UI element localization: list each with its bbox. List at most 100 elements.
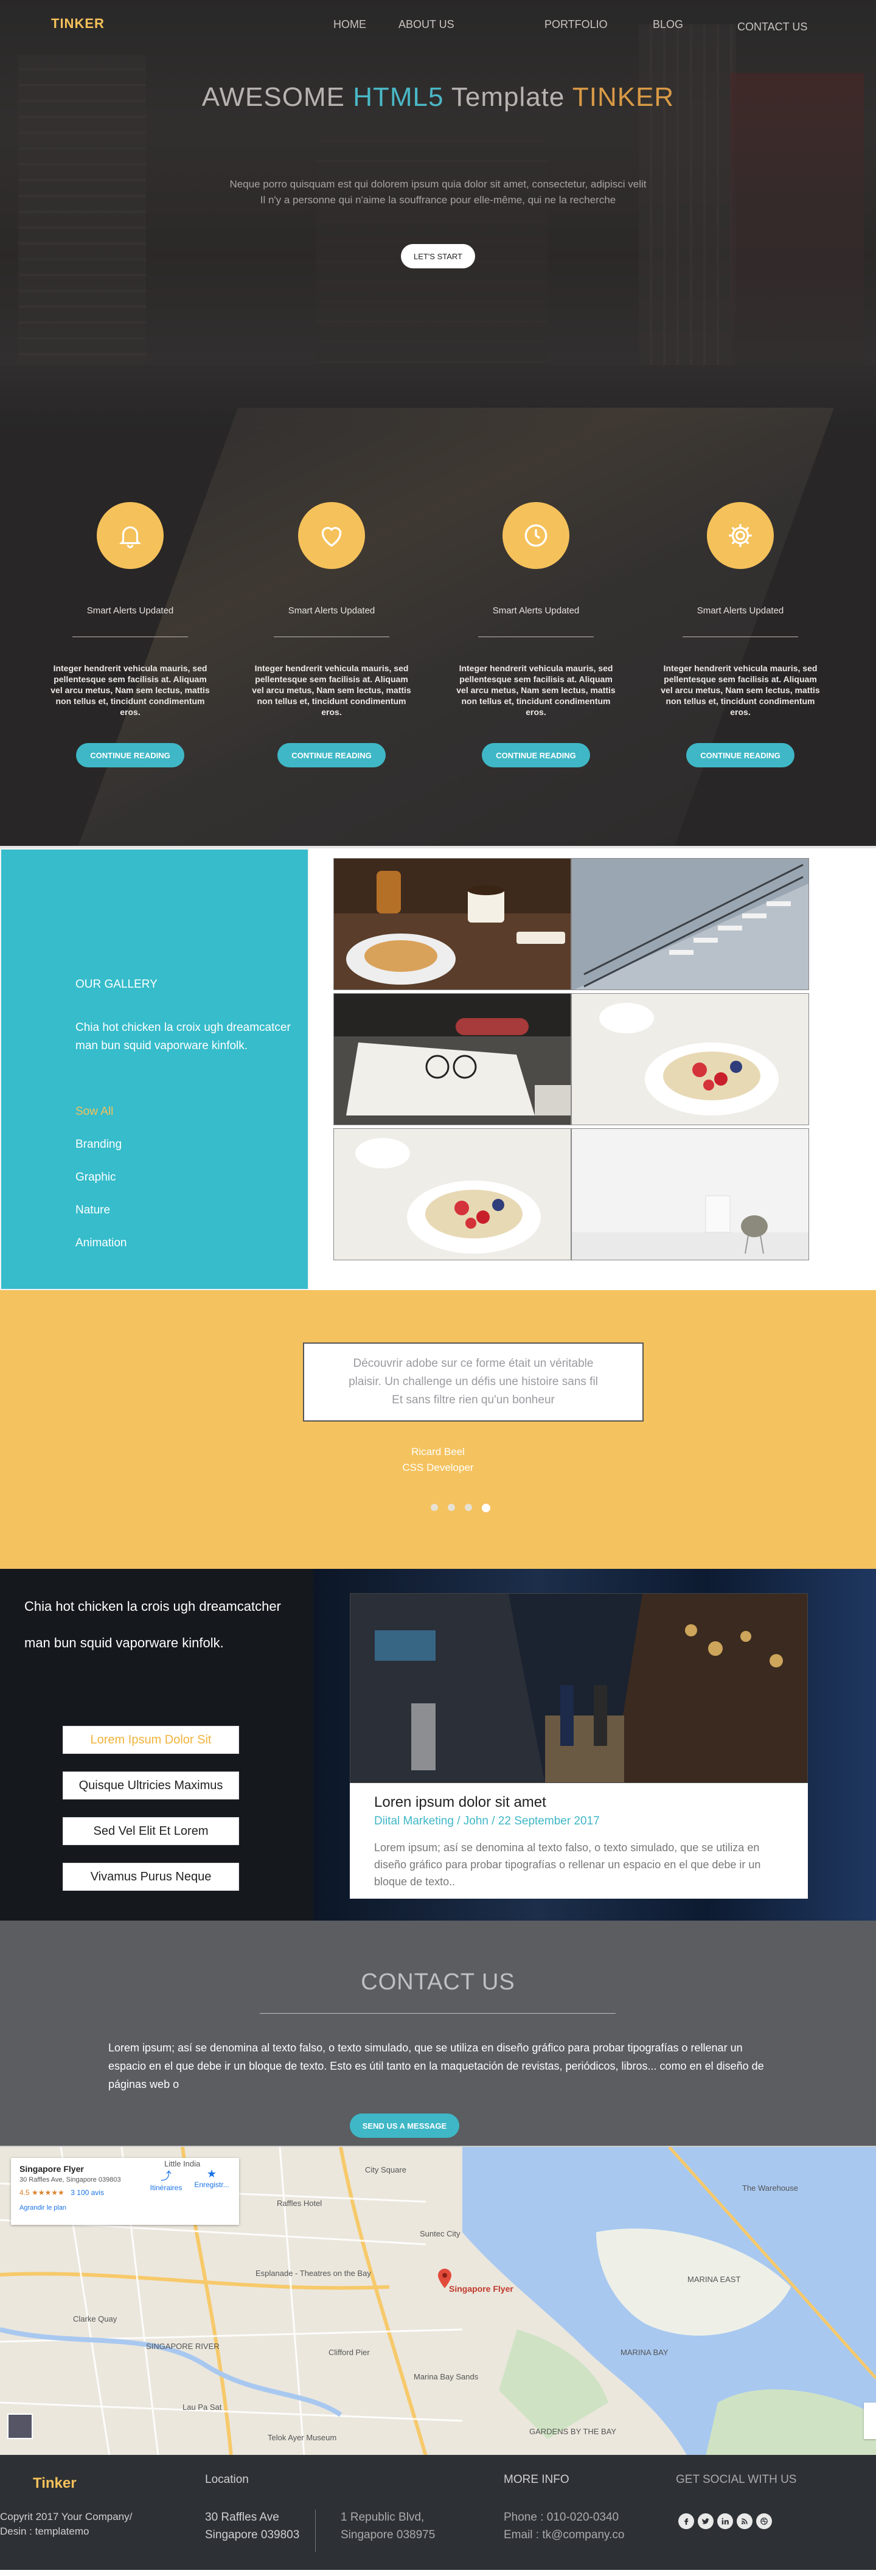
map-zoom-control[interactable] — [864, 2403, 876, 2439]
blog-post-title[interactable]: Loren ipsum dolor sit amet — [374, 1794, 784, 1811]
gallery-image-fruit-bowl[interactable] — [333, 1128, 571, 1260]
gallery-section: OUR GALLERY Chia hot chicken la croix ug… — [0, 846, 876, 1290]
map-place-reviews[interactable]: 3 100 avis — [71, 2188, 104, 2197]
feature-card: Smart Alerts Updated Integer hendrerit v… — [45, 502, 215, 767]
hero-title-part: AWESOME — [201, 82, 353, 112]
send-message-button[interactable]: SEND US A MESSAGE — [350, 2114, 459, 2138]
site-logo[interactable]: TINKER — [51, 16, 105, 32]
map-place-card: Singapore Flyer 30 Raffles Ave, Singapor… — [11, 2158, 239, 2225]
nav-link-portfolio[interactable]: PORTFOLIO — [544, 18, 608, 31]
carousel-dot[interactable] — [429, 1503, 439, 1512]
gallery-title: OUR GALLERY — [75, 978, 158, 991]
blog-topic-button[interactable]: Quisque Ultricies Maximus — [63, 1771, 239, 1799]
blog-heading-line: man bun squid vaporware kinfolk. — [24, 1635, 224, 1650]
feature-icon-circle — [502, 502, 569, 569]
linkedin-icon[interactable] — [717, 2513, 733, 2529]
feature-text: Integer hendrerit vehicula mauris, sed p… — [661, 663, 820, 717]
footer-address-line: 1 Republic Blvd, — [341, 2511, 425, 2524]
night-market-photo — [350, 1594, 807, 1782]
star-icon: ★ — [206, 2168, 217, 2180]
contact-text: Lorem ipsum; así se denomina al texto fa… — [108, 2042, 764, 2090]
footer-logo[interactable]: Tinker — [33, 2475, 77, 2492]
footer-copyright-line: Desin : templatemo — [0, 2525, 89, 2537]
map-label: Lau Pa Sat — [182, 2403, 222, 2412]
gallery-filter-graphic[interactable]: Graphic — [75, 1171, 116, 1184]
gallery-filter-branding[interactable]: Branding — [75, 1138, 122, 1151]
feature-title: Smart Alerts Updated — [288, 606, 375, 616]
rss-icon[interactable] — [737, 2513, 753, 2529]
map-label: SINGAPORE RIVER — [146, 2342, 220, 2351]
blog-post-image[interactable] — [350, 1593, 808, 1783]
gallery-image-desk[interactable] — [333, 993, 571, 1125]
gallery-sidebar: OUR GALLERY Chia hot chicken la croix ug… — [0, 848, 309, 1290]
bell-icon — [119, 526, 142, 548]
save-place-label: Enregistr... — [194, 2180, 229, 2189]
map-section[interactable]: Singapore Flyer 30 Raffles Ave, Singapor… — [0, 2146, 876, 2455]
nav-link-about[interactable]: ABOUT US — [398, 18, 454, 31]
directions-button[interactable]: ⤴ Itinéraires — [145, 2168, 187, 2192]
dribbble-icon[interactable] — [756, 2513, 772, 2529]
map-label: Suntec City — [420, 2229, 461, 2238]
testimonial-quote: Découvrir adobe sur ce forme était un vé… — [303, 1342, 644, 1422]
feature-card: Smart Alerts Updated Integer hendrerit v… — [246, 502, 417, 767]
map-label: MARINA BAY — [620, 2348, 669, 2357]
footer-email[interactable]: Email : tk@company.co — [504, 2526, 624, 2544]
gallery-image-fruit-bowl[interactable] — [571, 993, 809, 1125]
contact-divider — [260, 2013, 616, 2014]
feature-card: Smart Alerts Updated Integer hendrerit v… — [655, 502, 826, 767]
carousel-dots — [429, 1503, 492, 1513]
lets-start-button[interactable]: LET'S START — [401, 244, 475, 268]
gallery-filter-nature[interactable]: Nature — [75, 1204, 110, 1217]
hero-title: AWESOME HTML5 Template TINKER — [0, 82, 876, 113]
hero-section: TINKER HOME ABOUT US PORTFOLIO BLOG CONT… — [0, 0, 876, 365]
gallery-image-stairs[interactable] — [571, 858, 809, 990]
save-place-button[interactable]: ★ Enregistr... — [190, 2168, 233, 2189]
map-label: The Warehouse — [742, 2183, 799, 2193]
carousel-dot[interactable] — [464, 1503, 473, 1512]
twitter-icon[interactable] — [698, 2513, 714, 2529]
hero-subtitle: Neque porro quisquam est qui dolorem ips… — [0, 176, 876, 208]
continue-reading-button[interactable]: CONTINUE READING — [686, 743, 794, 767]
hero-subtitle-line: Il n'y a personne qui n'aime la souffran… — [260, 194, 616, 206]
quote-line: Et sans filtre rien qu'un bonheur — [392, 1394, 555, 1406]
blog-post-meta: Diital Marketing / John / 22 September 2… — [374, 1815, 600, 1827]
facebook-icon[interactable] — [678, 2513, 694, 2529]
blog-post-excerpt: Lorem ipsum; así se denomina al texto fa… — [374, 1841, 761, 1888]
gallery-image-breakfast[interactable] — [333, 858, 571, 990]
blog-topic-button[interactable]: Vivamus Purus Neque — [63, 1863, 239, 1891]
map-label: Esplanade - Theatres on the Bay — [255, 2269, 371, 2278]
continue-reading-button[interactable]: CONTINUE READING — [277, 743, 386, 767]
nav-link-home[interactable]: HOME — [333, 18, 366, 31]
social-links — [678, 2513, 772, 2529]
gallery-filter-show-all[interactable]: Sow All — [75, 1105, 113, 1119]
continue-reading-button[interactable]: CONTINUE READING — [482, 743, 590, 767]
top-nav: TINKER HOME ABOUT US PORTFOLIO BLOG CONT… — [0, 0, 876, 49]
continue-reading-button[interactable]: CONTINUE READING — [76, 743, 184, 767]
blog-heading: Chia hot chicken la crois ugh dreamcatch… — [24, 1588, 304, 1661]
footer-address: 1 Republic Blvd, Singapore 038975 — [341, 2508, 435, 2544]
carousel-dot-active[interactable] — [481, 1503, 492, 1513]
map-label: Marina Bay Sands — [414, 2372, 479, 2381]
satellite-toggle-button[interactable] — [7, 2414, 33, 2439]
stairs-photo — [572, 859, 808, 990]
blog-topic-button[interactable]: Lorem Ipsum Dolor Sit — [63, 1726, 239, 1754]
hero-title-part: TINKER — [572, 82, 675, 112]
gallery-filter-animation[interactable]: Animation — [75, 1237, 127, 1250]
nav-link-blog[interactable]: BLOG — [653, 18, 683, 31]
footer-copyright-line: Copyrit 2017 Your Company/ — [0, 2511, 133, 2522]
blog-sidebar: Chia hot chicken la crois ugh dreamcatch… — [0, 1569, 313, 1921]
gallery-image-chair[interactable] — [571, 1128, 809, 1260]
nav-link-contact[interactable]: CONTACT US — [737, 21, 807, 33]
feature-title: Smart Alerts Updated — [697, 606, 784, 616]
map-label: Telok Ayer Museum — [268, 2433, 337, 2442]
enlarge-map-link[interactable]: Agrandir le plan — [19, 2204, 231, 2211]
feature-title: Smart Alerts Updated — [86, 606, 174, 616]
feature-title: Smart Alerts Updated — [492, 606, 580, 616]
footer-divider — [315, 2510, 316, 2552]
feature-text: Integer hendrerit vehicula mauris, sed p… — [50, 663, 210, 717]
blog-topic-button[interactable]: Sed Vel Elit Et Lorem — [63, 1817, 239, 1845]
heart-icon — [321, 526, 342, 547]
feature-icon-circle — [97, 502, 164, 569]
footer-contact-info: Phone : 010-020-0340 Email : tk@company.… — [504, 2508, 624, 2544]
carousel-dot[interactable] — [447, 1503, 456, 1512]
